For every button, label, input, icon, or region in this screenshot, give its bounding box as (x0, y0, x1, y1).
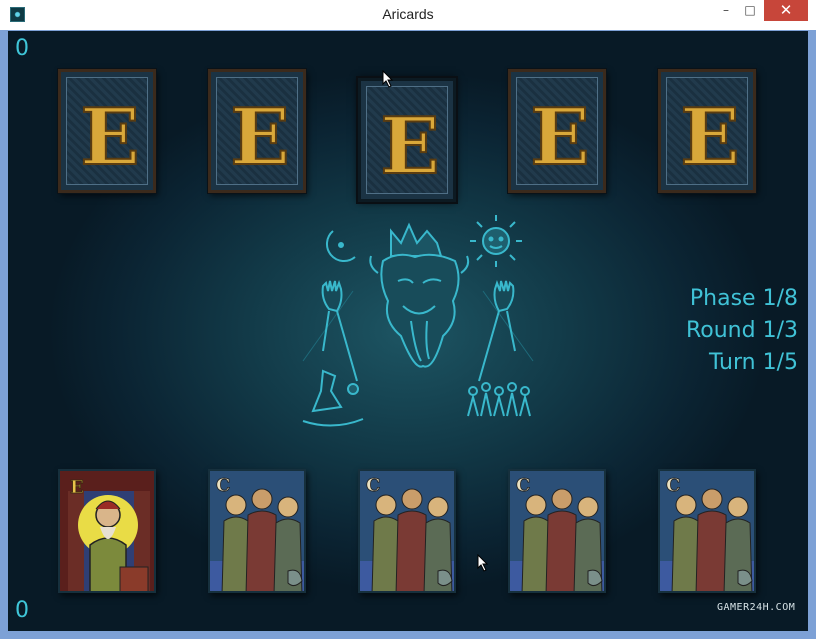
moon-icon (326, 230, 356, 262)
right-hand-icon (478, 280, 516, 382)
center-emblem (302, 215, 534, 427)
mouse-cursor-icon (382, 70, 394, 88)
king-icon (369, 222, 470, 368)
card-letter: E (70, 477, 84, 498)
opponent-card[interactable]: E (58, 69, 156, 193)
opponent-card-selected[interactable]: E (358, 78, 456, 202)
watermark: GAMER24H.COM (717, 602, 796, 613)
player-card-crowd[interactable]: C (208, 469, 306, 593)
game-window: Aricards – □ ✕ 0 E E E E E Phase 1/8 Rou… (0, 0, 816, 639)
opponent-card[interactable]: E (508, 69, 606, 193)
card-letter: C (216, 475, 230, 496)
opponent-card[interactable]: E (658, 69, 756, 193)
card-back-letter: E (530, 92, 589, 183)
player-card-king[interactable]: E (58, 469, 156, 593)
crowd-icon (467, 382, 531, 417)
game-board: 0 E E E E E Phase 1/8 Round 1/3 Turn 1/5… (8, 31, 808, 631)
card-back-letter: E (680, 92, 739, 183)
sun-icon (470, 215, 522, 267)
window-title: Aricards (382, 6, 434, 22)
wizard-icon (302, 369, 364, 427)
card-back-letter: E (230, 92, 289, 183)
close-button[interactable]: ✕ (764, 0, 808, 21)
card-back-letter: E (380, 101, 439, 192)
player-score: 0 (15, 598, 29, 623)
card-letter: C (666, 475, 680, 496)
mouse-cursor-icon (477, 554, 489, 572)
card-letter: C (516, 475, 530, 496)
round-label: Round 1/3 (685, 318, 798, 343)
title-bar[interactable]: Aricards – □ ✕ (0, 0, 816, 30)
card-back-letter: E (80, 92, 139, 183)
minimize-button[interactable]: – (714, 0, 738, 21)
opponent-score: 0 (15, 36, 29, 61)
turn-label: Turn 1/5 (708, 350, 798, 375)
player-card-crowd[interactable]: C (658, 469, 756, 593)
player-card-crowd[interactable]: C (508, 469, 606, 593)
phase-label: Phase 1/8 (689, 286, 798, 311)
left-hand-icon (321, 280, 358, 382)
maximize-button[interactable]: □ (738, 0, 762, 21)
player-card-crowd[interactable]: C (358, 469, 456, 593)
card-letter: C (366, 475, 380, 496)
opponent-card[interactable]: E (208, 69, 306, 193)
